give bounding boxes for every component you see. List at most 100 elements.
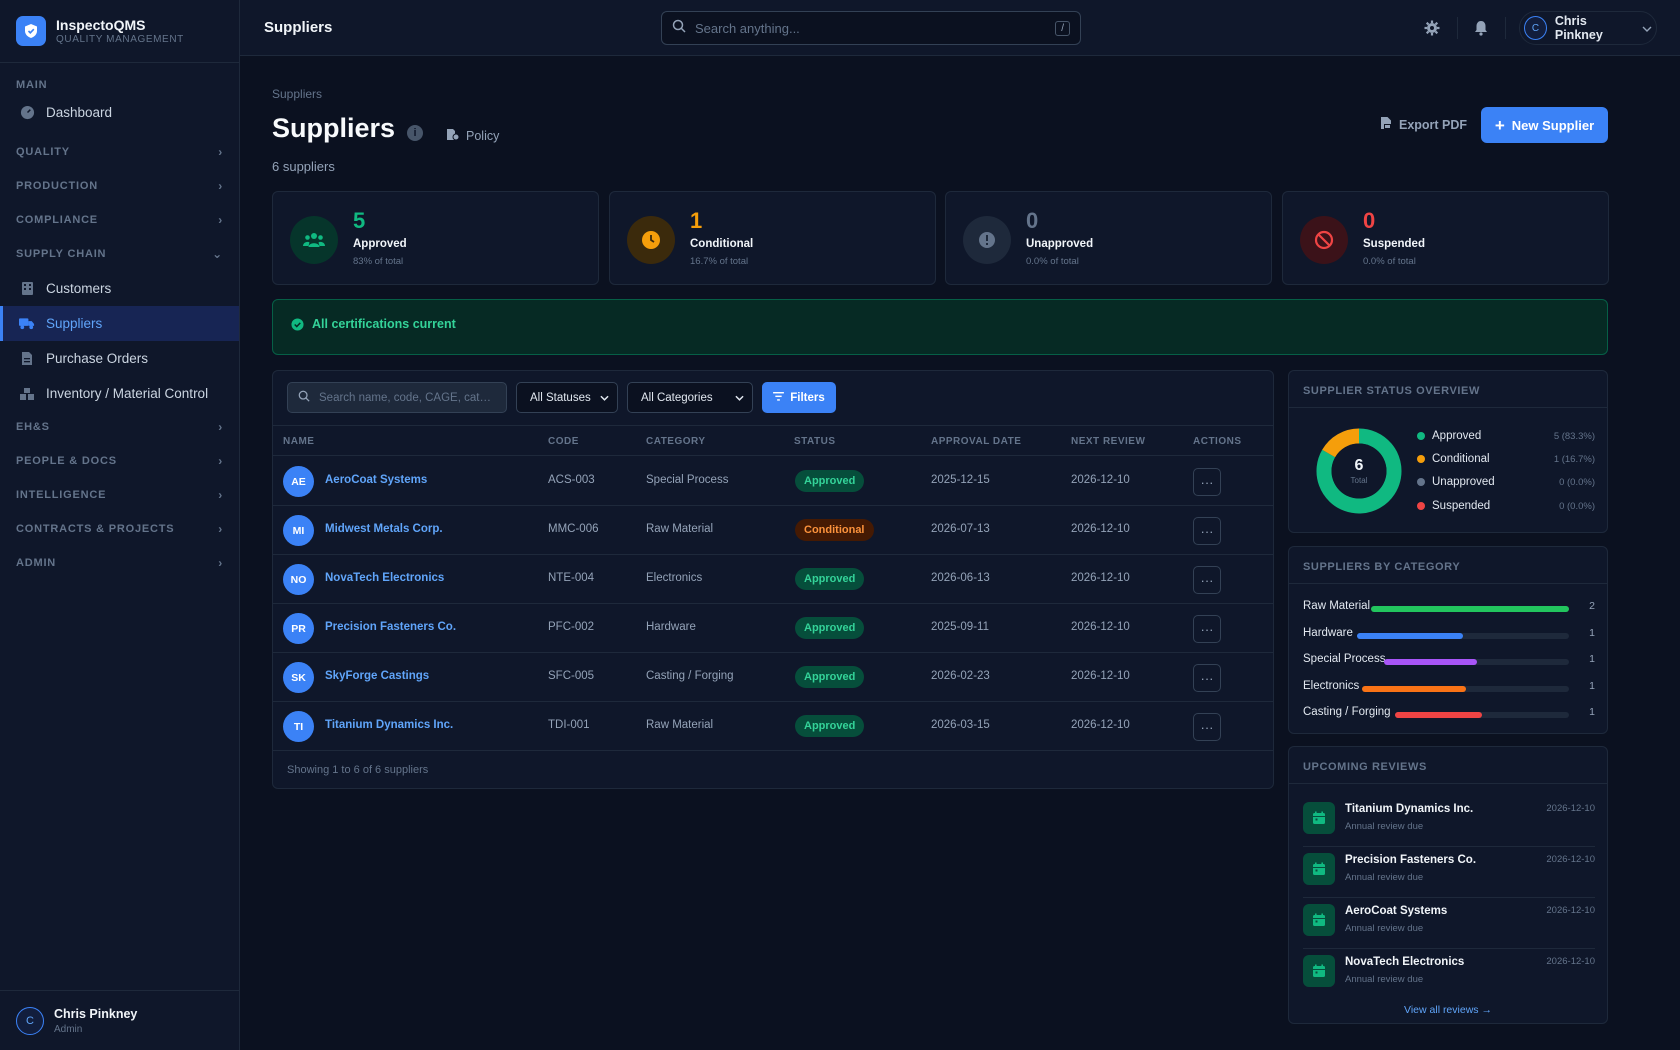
- sidebar-item-customers[interactable]: Customers: [0, 271, 239, 306]
- filters-button[interactable]: Filters: [762, 382, 836, 413]
- policy-link[interactable]: Policy: [446, 128, 499, 144]
- supplier-name-link[interactable]: Titanium Dynamics Inc.: [325, 719, 453, 731]
- col-status[interactable]: STATUS: [794, 436, 836, 447]
- stat-card-unapproved[interactable]: 0 Unapproved 0.0% of total: [945, 191, 1272, 285]
- nav-section-admin[interactable]: ADMIN ›: [0, 546, 239, 580]
- global-search-input[interactable]: Search anything... /: [661, 11, 1081, 45]
- legend-label: Unapproved: [1432, 476, 1495, 488]
- col-category[interactable]: CATEGORY: [646, 436, 706, 447]
- chevron-right-icon: ›: [218, 556, 223, 570]
- legend-value: 0 (0.0%): [1559, 476, 1595, 488]
- supplier-name-link[interactable]: SkyForge Castings: [325, 670, 429, 682]
- bell-icon[interactable]: [1471, 18, 1491, 38]
- nav-section-intelligence[interactable]: INTELLIGENCE ›: [0, 478, 239, 512]
- table-search-input[interactable]: Search name, code, CAGE, category...: [287, 382, 507, 413]
- app-subtitle: QUALITY MANAGEMENT: [56, 34, 184, 45]
- table-row[interactable]: TI Titanium Dynamics Inc. TDI-001 Raw Ma…: [273, 702, 1273, 751]
- new-supplier-button[interactable]: + New Supplier: [1481, 107, 1608, 143]
- nav-section-contracts-projects[interactable]: CONTRACTS & PROJECTS ›: [0, 512, 239, 546]
- chevron-down-icon: [600, 392, 609, 404]
- search-icon: [298, 390, 310, 405]
- review-item[interactable]: Precision Fasteners Co. Annual review du…: [1303, 847, 1595, 898]
- category-count: 1: [1589, 627, 1595, 639]
- row-actions-button[interactable]: ···: [1193, 517, 1221, 545]
- gear-icon[interactable]: [1422, 18, 1442, 38]
- search-shortcut: /: [1055, 20, 1070, 36]
- sidebar-item-suppliers[interactable]: Suppliers: [0, 306, 239, 341]
- supplier-category: Electronics: [646, 572, 703, 584]
- donut-total-label: Total: [1350, 476, 1368, 485]
- sidebar-item-purchase-orders[interactable]: Purchase Orders: [0, 341, 239, 376]
- category-bar-fill: [1395, 712, 1482, 718]
- review-item[interactable]: NovaTech Electronics Annual review due 2…: [1303, 949, 1595, 1000]
- row-actions-button[interactable]: ···: [1193, 468, 1221, 496]
- legend-dot: [1417, 455, 1425, 463]
- category-bar-track: [1357, 633, 1569, 639]
- chevron-right-icon: ›: [218, 522, 223, 536]
- table-row[interactable]: SK SkyForge Castings SFC-005 Casting / F…: [273, 653, 1273, 702]
- stat-card-suspended[interactable]: 0 Suspended 0.0% of total: [1282, 191, 1609, 285]
- supplier-name-link[interactable]: NovaTech Electronics: [325, 572, 444, 584]
- brand[interactable]: InspectoQMS QUALITY MANAGEMENT: [0, 0, 239, 63]
- row-actions-button[interactable]: ···: [1193, 566, 1221, 594]
- nav-section-supply-chain[interactable]: SUPPLY CHAIN ⌄: [0, 237, 239, 271]
- legend-value: 1 (16.7%): [1553, 453, 1595, 465]
- topbar-divider: [1505, 17, 1506, 39]
- col-approval-date[interactable]: APPROVAL DATE: [931, 436, 1021, 447]
- banner-text: All certifications current: [312, 317, 456, 331]
- legend-label: Conditional: [1432, 453, 1490, 465]
- supplier-code: PFC-002: [548, 621, 595, 633]
- sidebar-item-dashboard[interactable]: Dashboard: [0, 95, 239, 130]
- supplier-name-link[interactable]: Precision Fasteners Co.: [325, 621, 456, 633]
- sidebar-item-inventory[interactable]: Inventory / Material Control: [0, 376, 239, 411]
- new-supplier-label: New Supplier: [1511, 117, 1595, 133]
- status-badge: Approved: [795, 470, 865, 492]
- nav-section-production[interactable]: PRODUCTION ›: [0, 169, 239, 203]
- col-actions: ACTIONS: [1193, 436, 1242, 447]
- stat-label: Suspended: [1363, 238, 1425, 250]
- nav-section-quality[interactable]: QUALITY ›: [0, 135, 239, 169]
- status-filter-select[interactable]: All Statuses: [516, 382, 618, 413]
- boxes-icon: [19, 386, 35, 402]
- table-row[interactable]: NO NovaTech Electronics NTE-004 Electron…: [273, 555, 1273, 604]
- supplier-name-link[interactable]: Midwest Metals Corp.: [325, 523, 443, 535]
- sidebar-user[interactable]: C Chris Pinkney Admin: [0, 990, 239, 1050]
- view-all-reviews-link[interactable]: View all reviews →: [1289, 1004, 1607, 1016]
- stat-sub: 0.0% of total: [1026, 256, 1079, 267]
- nav-section-ehs[interactable]: EH&S ›: [0, 410, 239, 444]
- nav-section-people-docs[interactable]: PEOPLE & DOCS ›: [0, 444, 239, 478]
- review-item[interactable]: AeroCoat Systems Annual review due 2026-…: [1303, 898, 1595, 949]
- info-icon[interactable]: i: [407, 125, 423, 141]
- table-row[interactable]: AE AeroCoat Systems ACS-003 Special Proc…: [273, 457, 1273, 506]
- stat-value: 0: [1026, 208, 1039, 233]
- row-actions-button[interactable]: ···: [1193, 713, 1221, 741]
- review-supplier: NovaTech Electronics: [1345, 956, 1465, 968]
- stat-label: Conditional: [690, 238, 754, 250]
- user-menu[interactable]: C Chris Pinkney: [1519, 11, 1657, 45]
- supplier-name-link[interactable]: AeroCoat Systems: [325, 474, 427, 486]
- category-bar-track: [1362, 686, 1569, 692]
- panel-title: SUPPLIERS BY CATEGORY: [1289, 547, 1607, 584]
- review-note: Annual review due: [1345, 872, 1424, 883]
- col-next-review[interactable]: NEXT REVIEW: [1071, 436, 1145, 447]
- approval-date: 2025-12-15: [931, 474, 990, 486]
- stat-card-approved[interactable]: 5 Approved 83% of total: [272, 191, 599, 285]
- stat-card-conditional[interactable]: 1 Conditional 16.7% of total: [609, 191, 936, 285]
- breadcrumb[interactable]: Suppliers: [272, 87, 322, 101]
- supplier-code: ACS-003: [548, 474, 595, 486]
- category-filter-select[interactable]: All Categories: [627, 382, 753, 413]
- row-actions-button[interactable]: ···: [1193, 664, 1221, 692]
- review-item[interactable]: Titanium Dynamics Inc. Annual review due…: [1303, 796, 1595, 847]
- shield-logo-icon: [16, 16, 46, 46]
- col-code[interactable]: CODE: [548, 436, 579, 447]
- chevron-down-icon: ⌄: [212, 247, 223, 261]
- export-pdf-button[interactable]: Export PDF: [1380, 116, 1467, 133]
- col-name[interactable]: NAME: [283, 436, 314, 447]
- category-row: Special Process 1: [1303, 653, 1595, 669]
- table-row[interactable]: PR Precision Fasteners Co. PFC-002 Hardw…: [273, 604, 1273, 653]
- nav-section-compliance[interactable]: COMPLIANCE ›: [0, 203, 239, 237]
- topbar: Suppliers Search anything... / C Chris P…: [240, 0, 1680, 56]
- table-row[interactable]: MI Midwest Metals Corp. MMC-006 Raw Mate…: [273, 506, 1273, 555]
- row-actions-button[interactable]: ···: [1193, 615, 1221, 643]
- review-note: Annual review due: [1345, 821, 1424, 832]
